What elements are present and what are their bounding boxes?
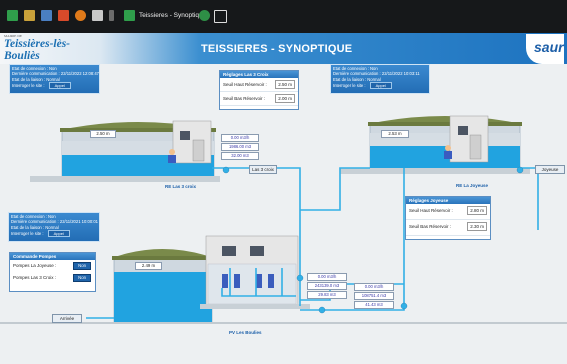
- pump-command-panel: Commande Pompes Pompes La Joyeuse : Non …: [9, 252, 96, 292]
- building-las-3-croix: [172, 120, 212, 164]
- ground-line: [0, 322, 567, 324]
- app-icon[interactable]: [124, 10, 135, 21]
- meter-boulies-b: [318, 306, 326, 314]
- level-las-3-croix: 2.50 m: [90, 130, 116, 138]
- pump-joyeuse-label: Pompes La Joyeuse :: [13, 263, 57, 268]
- logo-subtitle: MAIRIE DE: [4, 34, 22, 38]
- index-boulies-b: 108751.4 m3: [354, 292, 394, 300]
- window-icon[interactable]: [214, 10, 227, 23]
- low-threshold-label: Seuil Bas Réservoir :: [223, 96, 266, 101]
- brand-logo: saur: [526, 34, 564, 64]
- operator-icon: [445, 145, 451, 151]
- header-banner: MAIRIE DE Teissières-lès-Bouliès TEISSIE…: [0, 33, 567, 64]
- refresh-icon[interactable]: [199, 10, 210, 21]
- low-threshold-label: Seuil Bas Réservoir :: [409, 224, 452, 229]
- site-label-la-joyeuse[interactable]: RE La Joyeuse: [456, 183, 488, 188]
- commune-logo: MAIRIE DE Teissières-lès-Bouliès: [4, 34, 96, 62]
- pipe-label-las-3-croix: Las 3 croix: [249, 165, 277, 174]
- high-threshold-input[interactable]: 2.50 m: [275, 80, 295, 89]
- daily-volume-las-3-croix: 32.00 m3: [221, 152, 259, 160]
- window-title[interactable]: Teissieres - Synoptique: [139, 12, 206, 19]
- meter-boulies-a: [296, 274, 304, 282]
- flow-boulies-b: 0.00 m3/h: [354, 283, 394, 291]
- call-button[interactable]: Appel: [369, 82, 392, 90]
- meter-boulies-c: [400, 302, 408, 310]
- brand-text: saur: [534, 39, 564, 55]
- operator-icon: [169, 149, 175, 155]
- call-button[interactable]: Appel: [47, 230, 70, 238]
- separator-icon: [109, 10, 114, 21]
- query-site-label: Interroger le site :: [333, 83, 366, 89]
- taskbar: Teissieres - Synoptique: [0, 0, 567, 33]
- setpoints-panel-las-3-croix: Réglages Las 3 Croix Seuil Haut Réservoi…: [219, 70, 299, 110]
- daily-volume-boulies-a: 29.83 m3: [307, 291, 347, 299]
- pump-command-title: Commande Pompes: [10, 253, 95, 260]
- site-label-les-boulies[interactable]: PV Les Boulies: [229, 330, 262, 335]
- alarm-icon[interactable]: [58, 10, 69, 21]
- pump-station-les-boulies: [200, 235, 310, 309]
- building-la-joyeuse: [449, 115, 489, 163]
- call-button[interactable]: Appel: [48, 82, 71, 90]
- query-site-label: Interroger le site :: [11, 231, 44, 237]
- meter-joyeuse: [516, 166, 524, 174]
- high-threshold-label: Seuil Haut Réservoir :: [409, 208, 453, 213]
- page-title: TEISSIERES - SYNOPTIQUE: [201, 43, 353, 55]
- setpoints-panel-joyeuse: Réglages Joyeuse Seuil Haut Réservoir : 2…: [405, 196, 491, 240]
- info-panel-las-3-croix: Etat de connexion : Non Dernière communi…: [9, 64, 100, 94]
- high-threshold-input[interactable]: 2.80 m: [467, 206, 487, 215]
- info-panel-les-boulies: Etat de connexion : Non Dernière communi…: [8, 212, 100, 242]
- low-threshold-input[interactable]: 2.00 m: [275, 94, 295, 103]
- meter-las-3-croix: [222, 166, 230, 174]
- flow-boulies-a: 0.00 m3/h: [307, 273, 347, 281]
- document-icon[interactable]: [92, 10, 103, 21]
- pipe-label-arrivee: Arrivée: [52, 314, 82, 323]
- query-site-label: Interroger le site :: [12, 83, 45, 89]
- synoptic-icon[interactable]: [24, 10, 35, 21]
- index-las-3-croix: 1986.00 m3: [221, 143, 259, 151]
- flow-las-3-croix: 0.00 m3/h: [221, 134, 259, 142]
- low-threshold-input[interactable]: 2.30 m: [467, 222, 487, 231]
- level-les-boulies: 2.49 m: [135, 262, 162, 270]
- setpoints-title: Réglages Joyeuse: [406, 197, 490, 204]
- pipe-label-joyeuse: Joyeuse: [535, 165, 565, 174]
- site-label-las-3-croix[interactable]: RE Las 3 croix: [165, 184, 196, 189]
- operator-body-icon: [444, 151, 452, 159]
- logo-text: Teissières-lès-Bouliès: [4, 38, 71, 62]
- high-threshold-label: Seuil Haut Réservoir :: [223, 82, 267, 87]
- operator-body-icon: [168, 155, 176, 163]
- index-boulies-a: 243139.0 m3: [307, 282, 347, 290]
- list-icon[interactable]: [41, 10, 52, 21]
- home-icon[interactable]: [7, 10, 18, 21]
- reservoir-les-boulies: [112, 249, 214, 324]
- info-panel-la-joyeuse: Etat de connexion : Non Dernière communi…: [330, 64, 430, 94]
- setpoints-title: Réglages Las 3 Croix: [220, 71, 298, 78]
- daily-volume-boulies-b: 41.43 m3: [354, 301, 394, 309]
- pump-3croix-label: Pompes Las 3 Croix :: [13, 275, 57, 280]
- pump-joyeuse-toggle[interactable]: Non: [73, 262, 91, 270]
- pump-3croix-toggle[interactable]: Non: [73, 274, 91, 282]
- history-icon[interactable]: [75, 10, 86, 21]
- level-la-joyeuse: 2.53 m: [381, 130, 409, 138]
